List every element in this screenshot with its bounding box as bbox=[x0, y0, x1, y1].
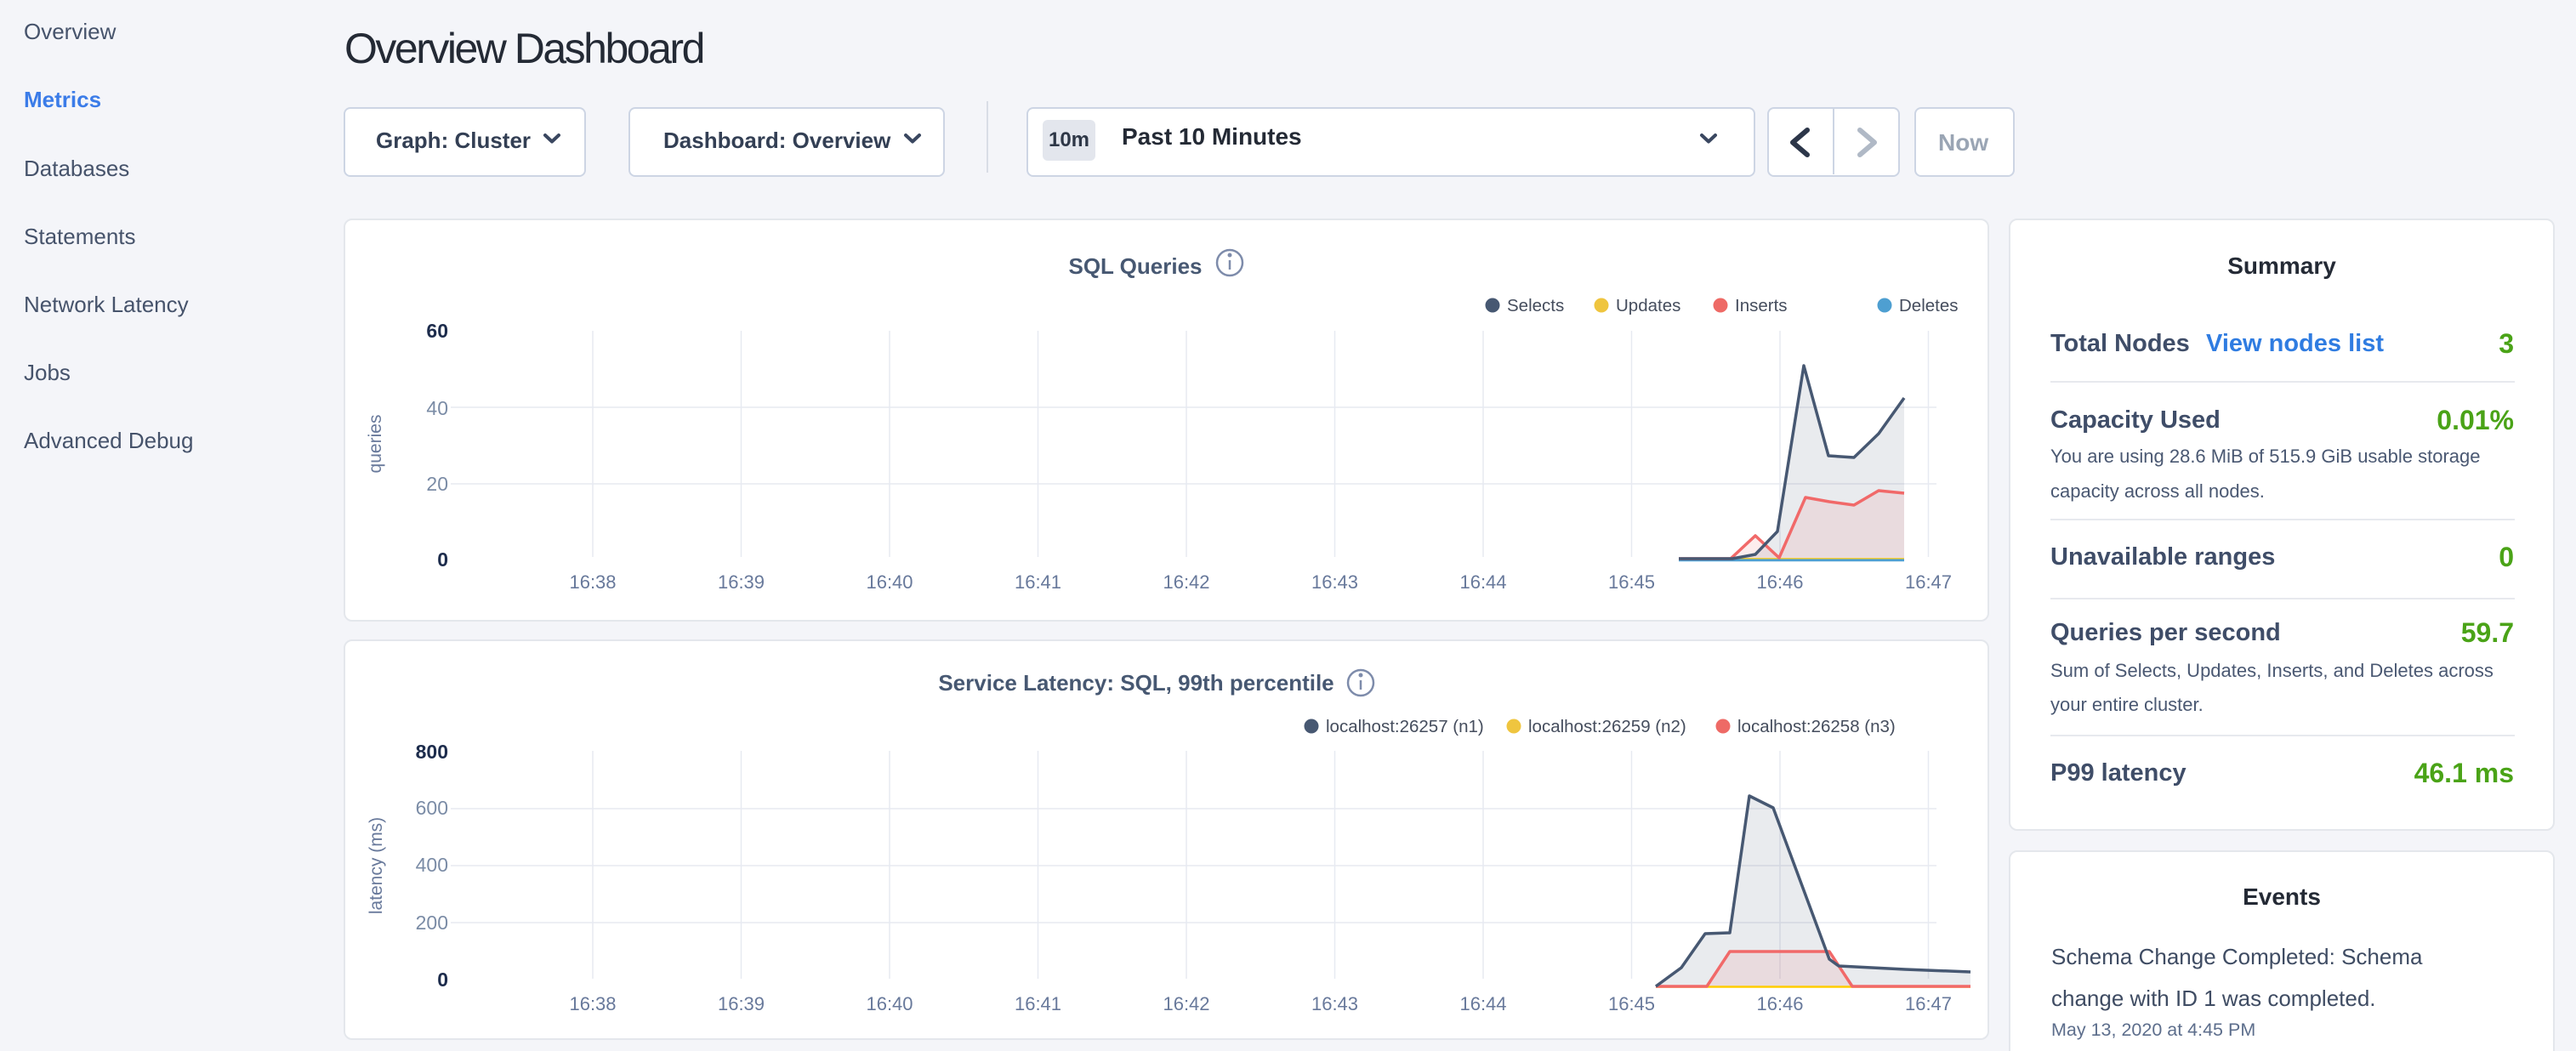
svg-text:16:41: 16:41 bbox=[1015, 993, 1061, 1014]
svg-text:16:46: 16:46 bbox=[1756, 993, 1803, 1014]
svg-text:localhost:26259 (n2): localhost:26259 (n2) bbox=[1528, 717, 1686, 736]
svg-text:localhost:26258 (n3): localhost:26258 (n3) bbox=[1737, 717, 1896, 736]
svg-text:16:43: 16:43 bbox=[1311, 993, 1358, 1014]
svg-text:16:44: 16:44 bbox=[1459, 571, 1506, 593]
svg-text:Updates: Updates bbox=[1616, 296, 1680, 315]
svg-text:400: 400 bbox=[416, 854, 448, 876]
svg-text:16:45: 16:45 bbox=[1608, 571, 1655, 593]
svg-text:16:47: 16:47 bbox=[1905, 993, 1952, 1014]
svg-text:16:42: 16:42 bbox=[1163, 993, 1209, 1014]
svg-text:16:43: 16:43 bbox=[1311, 571, 1358, 593]
svg-text:16:38: 16:38 bbox=[569, 571, 616, 593]
svg-text:40: 40 bbox=[426, 397, 448, 419]
svg-text:16:39: 16:39 bbox=[718, 993, 765, 1014]
svg-text:800: 800 bbox=[416, 741, 448, 763]
svg-text:20: 20 bbox=[426, 473, 448, 495]
svg-text:16:39: 16:39 bbox=[718, 571, 765, 593]
svg-text:16:47: 16:47 bbox=[1905, 571, 1952, 593]
svg-text:Selects: Selects bbox=[1507, 296, 1564, 315]
svg-text:16:40: 16:40 bbox=[866, 993, 913, 1014]
svg-text:queries: queries bbox=[366, 415, 385, 474]
svg-text:16:41: 16:41 bbox=[1015, 571, 1061, 593]
svg-text:Service Latency: SQL, 99th per: Service Latency: SQL, 99th percentile bbox=[938, 670, 1333, 696]
svg-text:latency (ms): latency (ms) bbox=[367, 817, 386, 914]
svg-text:200: 200 bbox=[416, 912, 448, 934]
svg-text:SQL Queries: SQL Queries bbox=[1068, 253, 1202, 279]
svg-text:0: 0 bbox=[437, 969, 448, 991]
svg-text:16:44: 16:44 bbox=[1459, 993, 1506, 1014]
svg-text:16:42: 16:42 bbox=[1163, 571, 1209, 593]
svg-text:16:46: 16:46 bbox=[1756, 571, 1803, 593]
svg-text:Inserts: Inserts bbox=[1735, 296, 1788, 315]
svg-text:localhost:26257 (n1): localhost:26257 (n1) bbox=[1326, 717, 1484, 736]
svg-text:60: 60 bbox=[426, 320, 448, 342]
svg-text:0: 0 bbox=[437, 548, 448, 571]
svg-text:600: 600 bbox=[416, 797, 448, 819]
svg-text:16:40: 16:40 bbox=[866, 571, 913, 593]
svg-text:Deletes: Deletes bbox=[1899, 296, 1959, 315]
svg-text:16:45: 16:45 bbox=[1608, 993, 1655, 1014]
svg-text:16:38: 16:38 bbox=[569, 993, 616, 1014]
